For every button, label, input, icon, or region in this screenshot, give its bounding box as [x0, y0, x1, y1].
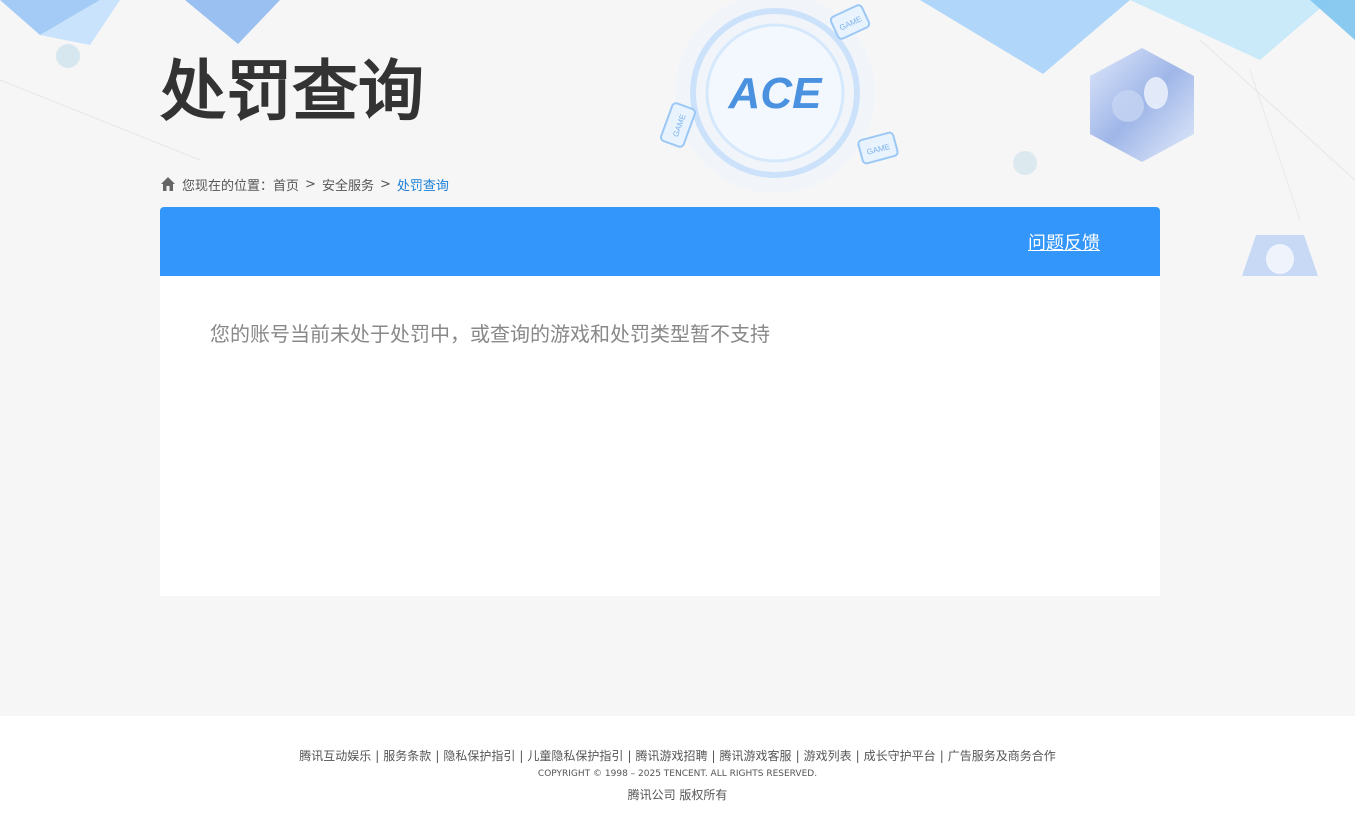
company-text: 腾讯公司 版权所有	[627, 788, 728, 802]
ace-logo-text: ACE	[728, 69, 824, 118]
breadcrumb-separator: >	[379, 176, 391, 192]
result-message: 您的账号当前未处于处罚中，或查询的游戏和处罚类型暂不支持	[210, 322, 770, 346]
breadcrumb-current: 处罚查询	[396, 178, 449, 194]
result-panel: 您的账号当前未处于处罚中，或查询的游戏和处罚类型暂不支持	[160, 276, 1160, 596]
footer-link-terms[interactable]: 服务条款	[383, 749, 431, 763]
footer-link-growth-guard[interactable]: 成长守护平台	[864, 749, 936, 763]
footer-link-support[interactable]: 腾讯游戏客服	[720, 749, 792, 763]
footer-link-jobs[interactable]: 腾讯游戏招聘	[635, 749, 707, 763]
footer: 腾讯互动娱乐 | 服务条款 | 隐私保护指引 | 儿童隐私保护指引 | 腾讯游戏招聘 | 腾讯游戏客…	[0, 716, 1355, 819]
footer-link-ied[interactable]: 腾讯互动娱乐	[299, 749, 371, 763]
feedback-link[interactable]: 问题反馈	[1028, 229, 1100, 255]
footer-link-game-list[interactable]: 游戏列表	[804, 749, 852, 763]
breadcrumb-separator: >	[305, 176, 316, 192]
ace-logo-graphic: ACE GAME GAME GAME	[660, 0, 899, 193]
page-title: 处罚查询	[160, 53, 424, 130]
breadcrumb: 您现在的位置： 首页 > 安全服务 > 处罚查询	[160, 174, 449, 194]
panel-header: 问题反馈	[160, 207, 1160, 276]
character-hexagon-image	[1090, 48, 1194, 162]
footer-links: 腾讯互动娱乐 | 服务条款 | 隐私保护指引 | 儿童隐私保护指引 | 腾讯游戏招聘 | 腾讯游戏客…	[299, 749, 1056, 763]
home-icon	[160, 176, 176, 192]
ace-logo: ACE GAME GAME GAME	[660, 0, 900, 200]
footer-link-business[interactable]: 广告服务及商务合作	[948, 749, 1056, 763]
breadcrumb-prefix: 您现在的位置：	[182, 178, 274, 194]
breadcrumb-home-link[interactable]: 首页	[273, 175, 299, 194]
character-small-image	[1242, 235, 1318, 276]
copyright-text: COPYRIGHT © 1998 – 2025 TENCENT. ALL RIG…	[537, 769, 818, 779]
breadcrumb-security-link[interactable]: 安全服务	[322, 175, 374, 194]
footer-link-privacy[interactable]: 隐私保护指引	[443, 749, 515, 763]
footer-link-child-privacy[interactable]: 儿童隐私保护指引	[527, 749, 623, 763]
